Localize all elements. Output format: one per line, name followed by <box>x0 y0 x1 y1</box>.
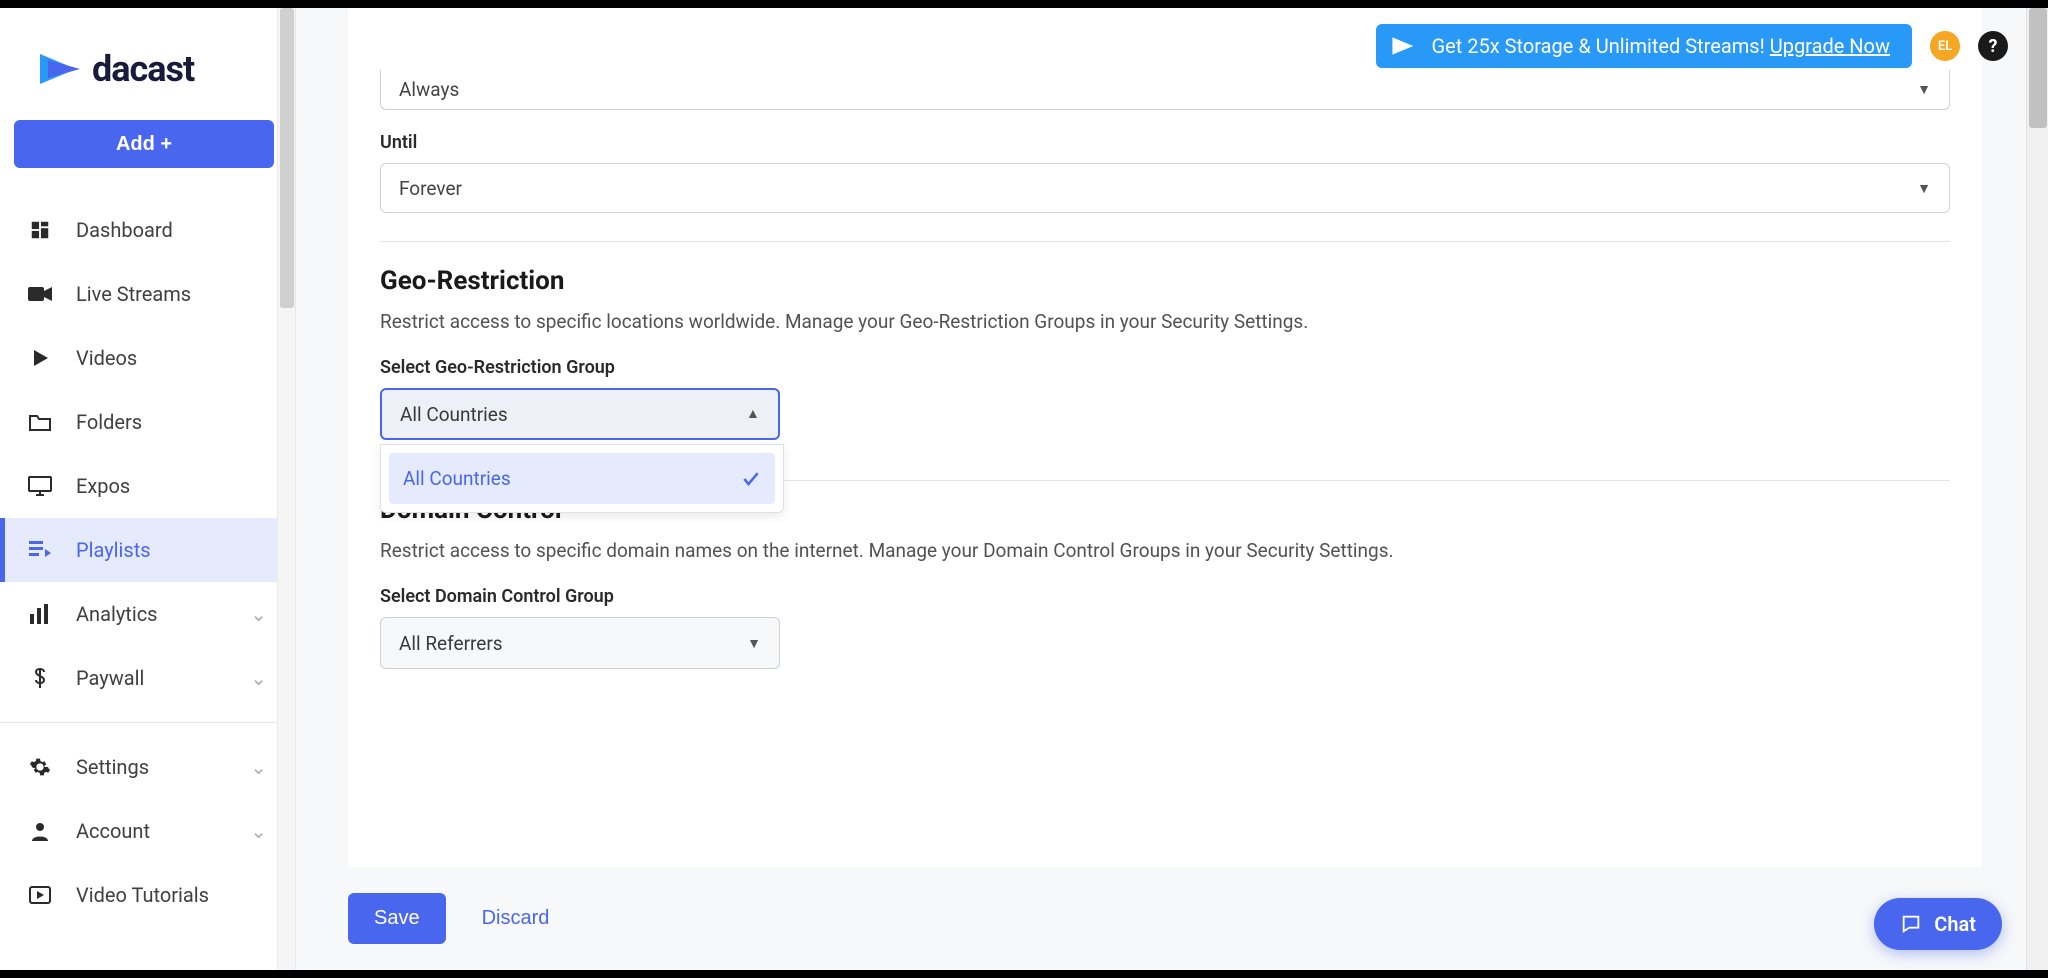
sidebar-item-label: Dashboard <box>76 218 173 242</box>
geo-restriction-desc: Restrict access to specific locations wo… <box>380 310 1950 333</box>
domain-group-label: Select Domain Control Group <box>380 586 1950 607</box>
sidebar-item-analytics[interactable]: Analytics ⌄ <box>0 582 295 646</box>
upgrade-promo[interactable]: Get 25x Storage & Unlimited Streams! Upg… <box>1376 24 1912 68</box>
dacast-logo-icon <box>1390 35 1418 57</box>
content-panel: Always ▼ Until Forever ▼ Geo-Restriction… <box>348 8 1982 970</box>
chat-icon <box>1900 913 1922 935</box>
sidebar-item-label: Paywall <box>76 666 144 690</box>
monitor-icon <box>28 474 52 498</box>
promo-text: Get 25x Storage & Unlimited Streams! Upg… <box>1432 34 1890 58</box>
divider <box>380 241 1950 242</box>
chevron-up-icon: ▼ <box>746 406 760 423</box>
scrollbar-thumb[interactable] <box>280 8 294 308</box>
until-label: Until <box>380 132 1950 153</box>
select-value: All Referrers <box>399 632 503 655</box>
chevron-down-icon: ⌄ <box>250 602 267 626</box>
sidebar: dacast Add + Dashboard Live Streams Vi <box>0 8 296 970</box>
brand-logo[interactable]: dacast <box>0 8 295 120</box>
person-icon <box>28 819 52 843</box>
dollar-icon <box>28 666 52 690</box>
select-value: Forever <box>399 177 462 200</box>
sidebar-item-settings[interactable]: Settings ⌄ <box>0 735 295 799</box>
geo-group-dropdown: All Countries <box>380 444 784 513</box>
sidebar-item-label: Account <box>76 819 150 843</box>
geo-restriction-title: Geo-Restriction <box>380 266 1950 296</box>
main-content: Always ▼ Until Forever ▼ Geo-Restriction… <box>296 8 2048 970</box>
chevron-down-icon: ⌄ <box>250 819 267 843</box>
add-button[interactable]: Add + <box>14 120 274 168</box>
check-icon <box>741 469 761 489</box>
sidebar-item-live-streams[interactable]: Live Streams <box>0 262 295 326</box>
playlist-icon <box>28 538 52 562</box>
analytics-icon <box>28 602 52 626</box>
gear-icon <box>28 755 52 779</box>
action-bar: Save Discard <box>348 867 1982 970</box>
sidebar-item-label: Video Tutorials <box>76 883 209 907</box>
select-value: Always <box>399 78 459 101</box>
scrollbar-thumb[interactable] <box>2029 8 2047 128</box>
sidebar-item-dashboard[interactable]: Dashboard <box>0 198 295 262</box>
sidebar-item-videos[interactable]: Videos <box>0 326 295 390</box>
chevron-down-icon: ⌄ <box>250 666 267 690</box>
domain-control-desc: Restrict access to specific domain names… <box>380 539 1950 562</box>
domain-group-select[interactable]: All Referrers ▼ <box>380 617 780 669</box>
chevron-down-icon: ▼ <box>747 635 761 652</box>
sidebar-scrollbar[interactable] <box>277 8 295 970</box>
geo-group-select[interactable]: All Countries ▼ All Countries <box>380 388 780 440</box>
sidebar-item-account[interactable]: Account ⌄ <box>0 799 295 863</box>
avatar[interactable]: EL <box>1930 31 1960 61</box>
chevron-down-icon: ▼ <box>1917 180 1931 197</box>
video-tutorial-icon <box>28 883 52 907</box>
folder-icon <box>28 410 52 434</box>
discard-button[interactable]: Discard <box>482 907 550 930</box>
sidebar-item-label: Live Streams <box>76 282 191 306</box>
sidebar-item-label: Folders <box>76 410 142 434</box>
sidebar-item-paywall[interactable]: Paywall ⌄ <box>0 646 295 710</box>
play-icon <box>28 346 52 370</box>
chat-label: Chat <box>1934 912 1976 936</box>
dashboard-icon <box>28 218 52 242</box>
upgrade-link[interactable]: Upgrade Now <box>1770 34 1890 58</box>
sidebar-item-video-tutorials[interactable]: Video Tutorials <box>0 863 295 927</box>
camera-icon <box>28 282 52 306</box>
chat-button[interactable]: Chat <box>1874 898 2002 950</box>
geo-option-all-countries[interactable]: All Countries <box>389 453 775 504</box>
save-button[interactable]: Save <box>348 893 446 944</box>
until-select[interactable]: Forever ▼ <box>380 163 1950 213</box>
geo-group-label: Select Geo-Restriction Group <box>380 357 1950 378</box>
sidebar-item-label: Videos <box>76 346 137 370</box>
brand-name: dacast <box>92 48 194 90</box>
help-icon[interactable]: ? <box>1978 31 2008 61</box>
topbar: Get 25x Storage & Unlimited Streams! Upg… <box>1358 8 2026 84</box>
select-value: All Countries <box>400 403 508 426</box>
sidebar-item-folders[interactable]: Folders <box>0 390 295 454</box>
page-scrollbar[interactable] <box>2026 8 2048 970</box>
dacast-logo-icon <box>36 50 84 88</box>
sidebar-item-expos[interactable]: Expos <box>0 454 295 518</box>
sidebar-item-label: Settings <box>76 755 149 779</box>
sidebar-item-label: Playlists <box>76 538 151 562</box>
sidebar-item-label: Analytics <box>76 602 158 626</box>
sidebar-item-playlists[interactable]: Playlists <box>0 518 295 582</box>
nav-divider <box>0 722 295 723</box>
chevron-down-icon: ⌄ <box>250 755 267 779</box>
sidebar-item-label: Expos <box>76 474 130 498</box>
option-label: All Countries <box>403 467 511 490</box>
